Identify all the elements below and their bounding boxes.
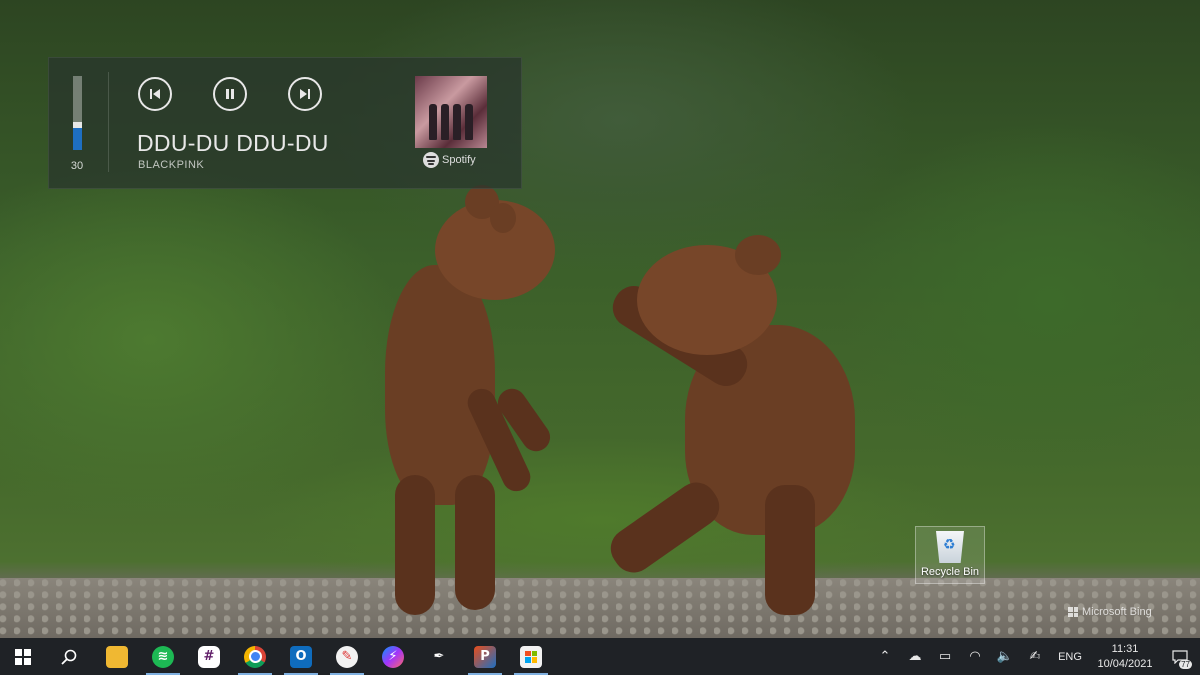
chevron-up-icon[interactable]: ⌃ bbox=[870, 638, 900, 675]
store-bag-icon bbox=[520, 645, 542, 668]
volume-icon[interactable]: 🔈 bbox=[990, 638, 1020, 675]
clock[interactable]: 11:31 10/04/2021 bbox=[1090, 642, 1160, 672]
album-art bbox=[415, 76, 487, 148]
recycle-bin-icon bbox=[936, 531, 964, 563]
folder-icon bbox=[106, 645, 128, 668]
pause-icon bbox=[226, 89, 234, 99]
taskbar-slack[interactable]: # bbox=[186, 638, 232, 675]
wifi-icon[interactable]: ◠ bbox=[960, 638, 990, 675]
taskbar: ≋ # O ✎ ⚡ ✒ P ⌃ ☁ ▭ ◠ 🔈 ✍ ENG 11:31 10/0… bbox=[0, 638, 1200, 675]
previous-icon bbox=[150, 89, 160, 99]
taskbar-chrome[interactable] bbox=[232, 638, 278, 675]
pen-tool-icon: ✒ bbox=[433, 649, 445, 664]
taskbar-messenger[interactable]: ⚡ bbox=[370, 638, 416, 675]
system-tray: ⌃ ☁ ▭ ◠ 🔈 ✍ ENG 11:31 10/04/2021 77 bbox=[870, 638, 1200, 675]
pen-icon[interactable]: ✍ bbox=[1020, 638, 1050, 675]
taskbar-microsoft-store[interactable] bbox=[508, 638, 554, 675]
notification-count: 77 bbox=[1179, 660, 1192, 669]
watermark-text: Microsoft Bing bbox=[1082, 606, 1152, 618]
source-label: Spotify bbox=[423, 152, 476, 168]
taskbar-paint[interactable]: ✎ bbox=[324, 638, 370, 675]
pause-button[interactable] bbox=[213, 77, 247, 111]
colorful-app-icon: P bbox=[474, 645, 496, 668]
search-button[interactable] bbox=[46, 638, 92, 675]
windows-icon bbox=[15, 648, 31, 665]
paint-palette-icon: ✎ bbox=[336, 645, 358, 668]
language-indicator[interactable]: ENG bbox=[1050, 651, 1090, 663]
bing-watermark: Microsoft Bing bbox=[1068, 606, 1152, 618]
search-icon bbox=[61, 649, 77, 665]
start-button[interactable] bbox=[0, 638, 46, 675]
spotify-icon: ≋ bbox=[152, 645, 174, 668]
notification-center-button[interactable]: 77 bbox=[1160, 638, 1200, 675]
volume-slider[interactable] bbox=[73, 76, 82, 150]
taskbar-file-explorer[interactable] bbox=[94, 638, 140, 675]
media-overlay[interactable]: 30 DDU-DU DDU-DU BLACKPINK Spotify bbox=[48, 57, 522, 189]
chrome-icon bbox=[244, 645, 266, 668]
source-text: Spotify bbox=[442, 154, 476, 166]
microsoft-logo-icon bbox=[1068, 607, 1078, 617]
next-button[interactable] bbox=[288, 77, 322, 111]
next-icon bbox=[300, 89, 310, 99]
divider bbox=[108, 72, 109, 172]
taskbar-app-9[interactable]: P bbox=[462, 638, 508, 675]
track-artist: BLACKPINK bbox=[138, 159, 205, 171]
spotify-icon bbox=[423, 152, 439, 168]
clock-time: 11:31 bbox=[1111, 642, 1139, 655]
track-title: DDU-DU DDU-DU bbox=[137, 130, 329, 156]
bear-cub-right bbox=[585, 235, 860, 620]
messenger-icon: ⚡ bbox=[382, 645, 404, 668]
previous-button[interactable] bbox=[138, 77, 172, 111]
clock-date: 10/04/2021 bbox=[1097, 657, 1153, 670]
outlook-icon: O bbox=[290, 645, 312, 668]
battery-icon[interactable]: ▭ bbox=[930, 638, 960, 675]
slack-icon: # bbox=[198, 645, 220, 668]
taskbar-app-8[interactable]: ✒ bbox=[416, 638, 462, 675]
taskbar-outlook[interactable]: O bbox=[278, 638, 324, 675]
volume-value: 30 bbox=[70, 160, 84, 172]
cloud-icon[interactable]: ☁ bbox=[900, 638, 930, 675]
taskbar-spotify[interactable]: ≋ bbox=[140, 638, 186, 675]
recycle-bin-label: Recycle Bin bbox=[920, 566, 980, 578]
recycle-bin[interactable]: Recycle Bin bbox=[915, 526, 985, 584]
bear-cub-left bbox=[375, 185, 585, 620]
